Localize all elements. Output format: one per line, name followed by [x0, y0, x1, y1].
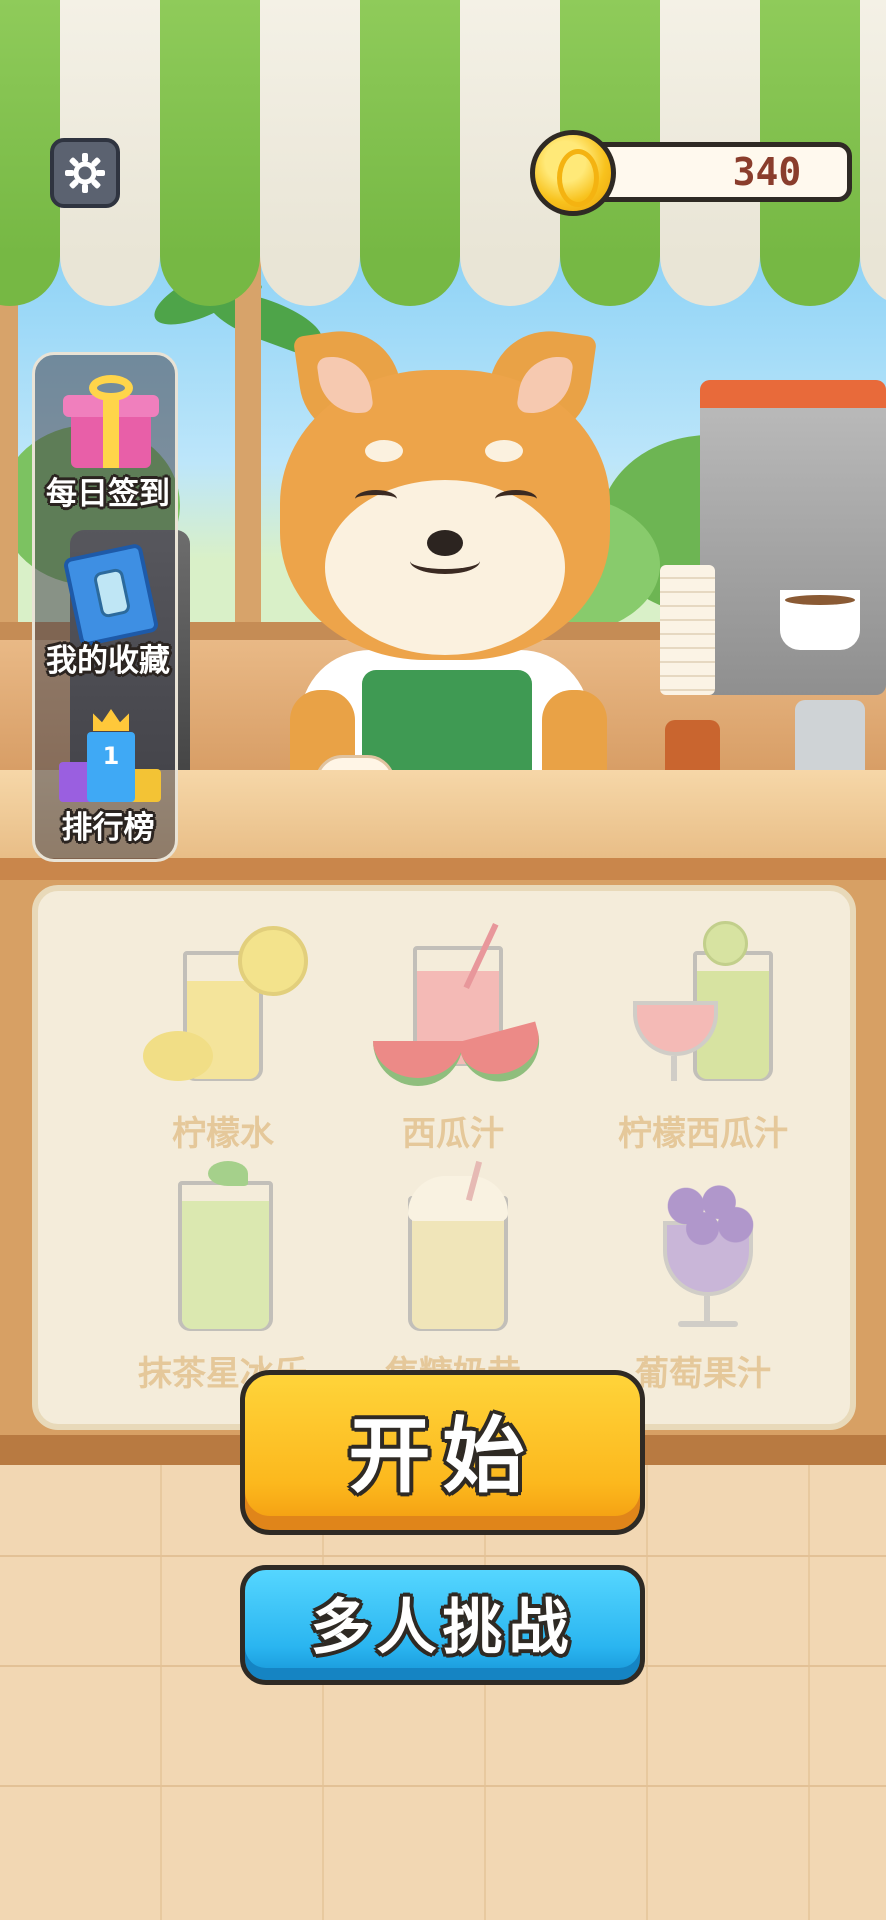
- leaderboard-label: 排行榜: [61, 810, 155, 846]
- gold-coin-icon: [530, 130, 616, 216]
- shiba-barista: [270, 323, 620, 820]
- gear-icon: [65, 153, 105, 193]
- drink-item-watermelon-juice[interactable]: 西瓜汁: [328, 921, 578, 1171]
- drink-label: 西瓜汁: [402, 1114, 504, 1154]
- daily-checkin-button[interactable]: 每日签到: [35, 363, 181, 528]
- coin-amount: 340: [732, 150, 802, 194]
- start-button-label: 开始: [348, 1409, 537, 1504]
- multiplayer-button-label: 多人挑战: [310, 1592, 575, 1663]
- drink-menu-panel: 柠檬水 西瓜汁 柠檬西瓜汁 抹茶星冰乐 葡萄果汁: [32, 885, 856, 1430]
- drink-item-lemonade[interactable]: 柠檬水: [98, 921, 348, 1171]
- lemon-watermelon-juice-icon: [623, 921, 783, 1091]
- grape-juice-icon: [623, 1161, 783, 1331]
- settings-button[interactable]: [50, 138, 120, 208]
- multiplayer-challenge-button[interactable]: 多人挑战: [240, 1565, 645, 1685]
- leaderboard-button[interactable]: 1 排行榜: [35, 697, 181, 862]
- matcha-frappe-icon: [143, 1161, 303, 1331]
- leaderboard-trophy-icon: 1: [53, 707, 163, 802]
- watermelon-juice-icon: [373, 921, 549, 1091]
- drink-label: 柠檬水: [172, 1114, 274, 1154]
- daily-checkin-label: 每日签到: [46, 476, 170, 512]
- collection-book-icon: [53, 540, 163, 648]
- my-collection-button[interactable]: 我的收藏: [35, 530, 181, 695]
- drink-label: 柠檬西瓜汁: [618, 1114, 788, 1154]
- start-button[interactable]: 开始: [240, 1370, 645, 1535]
- gift-icon: [53, 373, 163, 468]
- lemonade-icon: [143, 921, 308, 1091]
- my-collection-label: 我的收藏: [46, 643, 170, 679]
- paper-cup-stack: [660, 565, 715, 695]
- side-menu: 每日签到 我的收藏 1 排行榜: [32, 352, 178, 862]
- caramel-shake-icon: [373, 1160, 533, 1331]
- drink-item-lemon-watermelon-juice[interactable]: 柠檬西瓜汁: [578, 921, 828, 1171]
